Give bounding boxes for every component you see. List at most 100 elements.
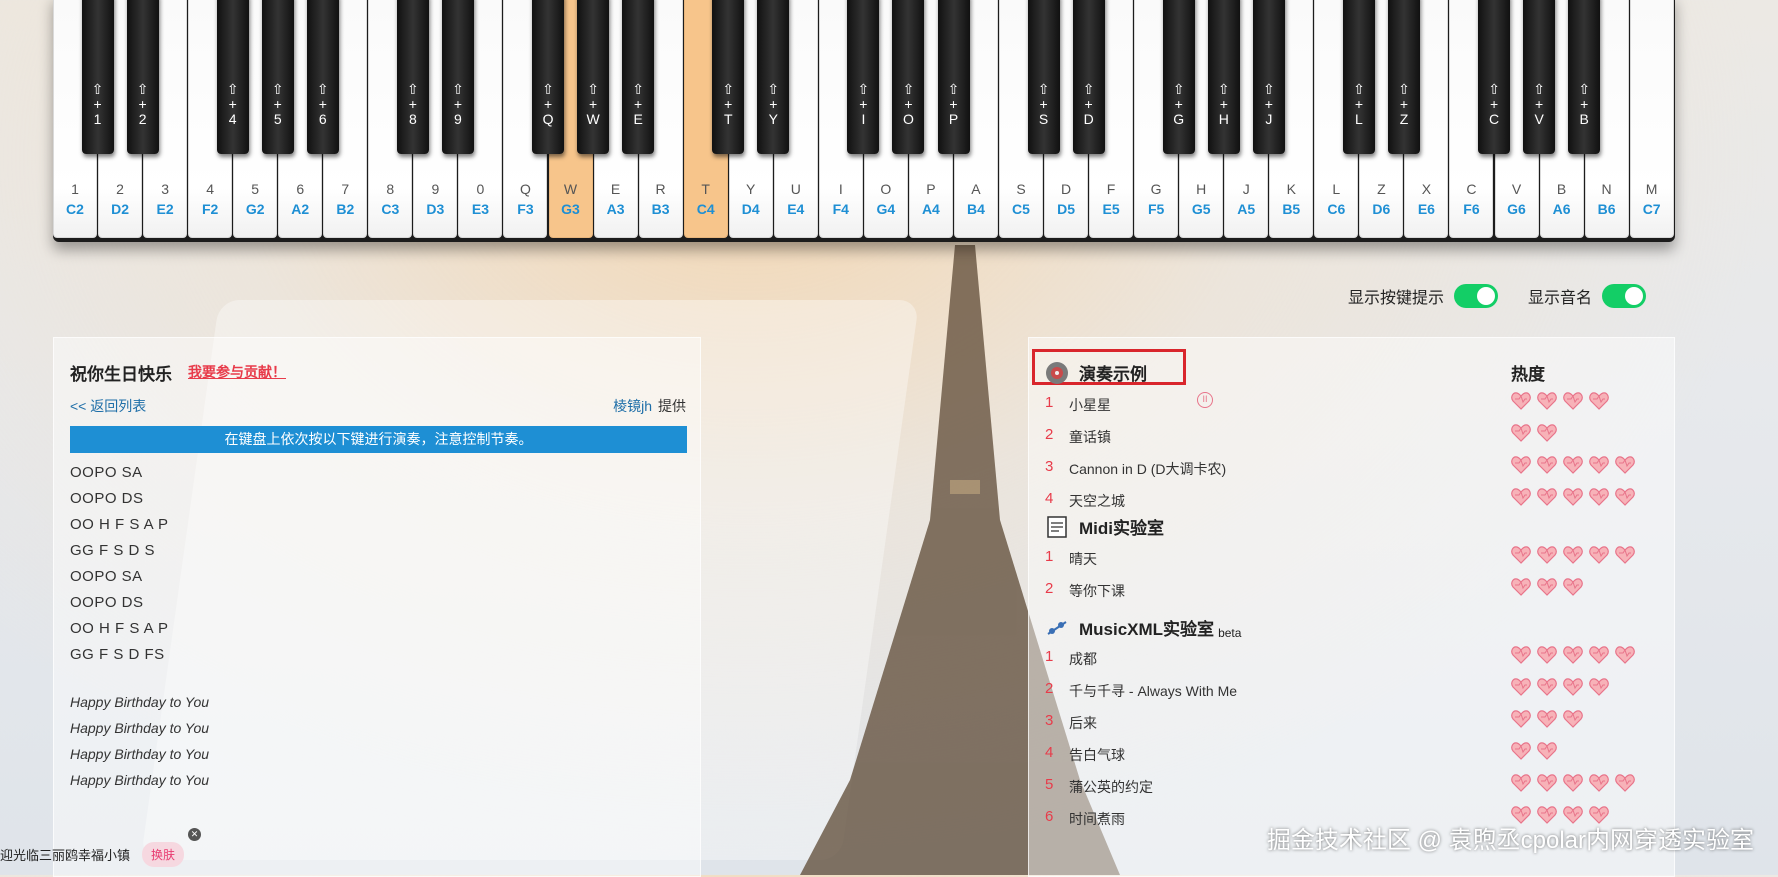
song-title-link[interactable]: 蒲公英的约定 (1069, 777, 1153, 797)
black-key-char: 4 (228, 111, 237, 127)
song-list-item[interactable]: 4 天空之城 (1045, 484, 1655, 512)
black-key-J[interactable]: ⇧ + J (1252, 0, 1285, 154)
plus-label: + (453, 96, 463, 112)
watermark: 掘金技术社区 @ 袁煦丞cpolar内网穿透实验室 (1266, 827, 1754, 854)
song-list-item[interactable]: 1 成都 (1045, 642, 1655, 670)
heart-icon (1537, 546, 1557, 567)
shift-icon: ⇧ (1533, 81, 1545, 97)
shift-icon: ⇧ (857, 81, 870, 97)
black-key-label: ⇧ + D (1073, 82, 1105, 127)
song-title-link[interactable]: 千与千寻 - Always With Me (1069, 681, 1237, 701)
song-list-item[interactable]: 3 后来 (1045, 706, 1655, 734)
key-label: C (1466, 181, 1477, 197)
black-key-4[interactable]: ⇧ +4 (216, 0, 249, 154)
black-key-char: 2 (138, 111, 147, 127)
shift-icon: ⇧ (136, 81, 149, 97)
black-key-D[interactable]: ⇧ + D (1072, 0, 1105, 154)
black-key-Y[interactable]: ⇧ + Y (757, 0, 790, 154)
song-title-link[interactable]: 小星星 (1069, 395, 1111, 415)
song-title-link[interactable]: 时间煮雨 (1069, 809, 1125, 829)
song-title-link[interactable]: 童话镇 (1069, 427, 1111, 447)
popularity-header: 热度 (1511, 365, 1545, 384)
popularity-hearts (1511, 392, 1609, 413)
shift-icon: ⇧ (316, 81, 329, 97)
close-tip-icon[interactable]: ✕ (188, 828, 201, 841)
contribute-link[interactable]: 我要参与贡献！ (188, 362, 286, 382)
black-key-B[interactable]: ⇧ + B (1568, 0, 1601, 154)
note-label: D4 (741, 201, 760, 217)
black-key-H[interactable]: ⇧ + H (1207, 0, 1240, 154)
key-label: 6 (296, 181, 305, 197)
heart-icon (1563, 392, 1583, 413)
key-hint-toggle-group: 显示按键提示 (1348, 284, 1498, 308)
key-hint-switch[interactable] (1453, 284, 1498, 308)
change-skin-button[interactable]: 换肤 (142, 841, 185, 867)
song-title-link[interactable]: 成都 (1069, 649, 1097, 669)
black-key-1[interactable]: ⇧ +1 (81, 0, 114, 154)
black-key-5[interactable]: ⇧ +5 (261, 0, 294, 154)
song-list-item[interactable]: 1 晴天 (1045, 542, 1655, 570)
plus-label: + (1219, 96, 1228, 112)
song-title-link[interactable]: 等你下课 (1069, 581, 1125, 601)
black-key-I[interactable]: ⇧ + I (847, 0, 880, 154)
black-key-C[interactable]: ⇧ + C (1478, 0, 1511, 154)
song-title-link[interactable]: 后来 (1069, 713, 1097, 733)
heart-icon (1615, 646, 1635, 667)
song-title-link[interactable]: 天空之城 (1069, 491, 1125, 511)
heart-icon (1615, 488, 1635, 509)
black-key-8[interactable]: ⇧ +8 (396, 0, 429, 154)
heart-icon (1589, 488, 1609, 509)
key-sequence-line: GG F S D FS (70, 646, 165, 663)
key-label: 0 (476, 181, 485, 197)
pause-icon[interactable]: II (1197, 392, 1213, 408)
song-list-item[interactable]: 3 Cannon in D (D大调卡农) (1045, 452, 1655, 480)
plus-label: + (1535, 96, 1544, 112)
black-key-char: V (1534, 111, 1544, 127)
record-icon (1045, 361, 1069, 385)
black-key-Z[interactable]: ⇧ + Z (1388, 0, 1420, 154)
shift-icon: ⇧ (1578, 81, 1591, 97)
song-title-link[interactable]: 告白气球 (1069, 745, 1125, 765)
black-key-9[interactable]: ⇧ +9 (441, 0, 474, 154)
black-key-E[interactable]: ⇧ + E (622, 0, 655, 154)
black-key-Q[interactable]: ⇧ + Q (532, 0, 565, 154)
author-link[interactable]: 棱镜jh (613, 398, 652, 414)
heart-icon (1589, 774, 1609, 795)
heart-icon (1589, 678, 1609, 699)
shift-icon: ⇧ (1172, 81, 1185, 97)
black-key-P[interactable]: ⇧ + P (937, 0, 970, 154)
note-label: B5 (1282, 201, 1301, 217)
note-name-switch[interactable] (1602, 284, 1646, 308)
song-list-item[interactable]: 1 小星星 II (1045, 388, 1655, 416)
black-key-S[interactable]: ⇧ + S (1027, 0, 1060, 154)
black-key-T[interactable]: ⇧ + T (712, 0, 745, 154)
black-key-O[interactable]: ⇧ + O (892, 0, 925, 154)
black-key-char: Z (1399, 111, 1409, 127)
black-key-char: D (1083, 111, 1094, 127)
black-key-2[interactable]: ⇧ +2 (126, 0, 159, 154)
song-list-item[interactable]: 2 等你下课 (1045, 574, 1655, 602)
black-key-W[interactable]: ⇧ + W (577, 0, 610, 154)
note-label: C4 (696, 201, 715, 217)
black-key-6[interactable]: ⇧ +6 (306, 0, 339, 154)
song-list-item[interactable]: 4 告白气球 (1045, 738, 1655, 766)
heart-icon (1589, 456, 1609, 477)
note-label: C2 (66, 201, 84, 217)
key-label: I (838, 181, 843, 197)
black-key-V[interactable]: ⇧ + V (1523, 0, 1556, 154)
key-label: T (701, 181, 710, 197)
white-key-C7[interactable]: M C7 (1629, 0, 1674, 238)
song-title-link[interactable]: 晴天 (1069, 549, 1097, 569)
black-key-G[interactable]: ⇧ + G (1162, 0, 1195, 154)
song-list-item[interactable]: 2 千与千寻 - Always With Me (1045, 674, 1655, 702)
shift-icon: ⇧ (452, 81, 464, 97)
black-key-label: ⇧ + T (712, 82, 744, 127)
black-key-L[interactable]: ⇧ + L (1342, 0, 1375, 154)
song-title-link[interactable]: Cannon in D (D大调卡农) (1069, 459, 1226, 479)
black-key-char: W (586, 111, 600, 127)
shift-icon: ⇧ (902, 81, 915, 97)
song-list-item[interactable]: 2 童话镇 (1045, 420, 1655, 448)
note-label: G3 (561, 201, 580, 217)
song-list-item[interactable]: 5 蒲公英的约定 (1045, 770, 1655, 798)
back-to-list-link[interactable]: << 返回列表 (70, 396, 146, 416)
